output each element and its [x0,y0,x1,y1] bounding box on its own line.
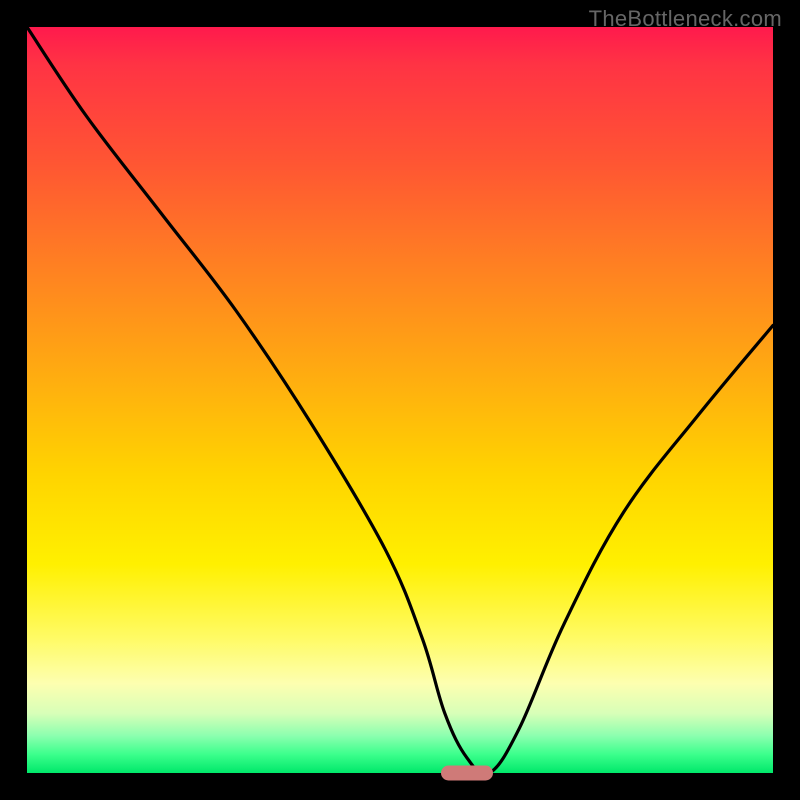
gradient-background [27,27,773,773]
optimal-marker [441,766,493,781]
plot-area [27,27,773,773]
watermark-text: TheBottleneck.com [589,6,782,32]
